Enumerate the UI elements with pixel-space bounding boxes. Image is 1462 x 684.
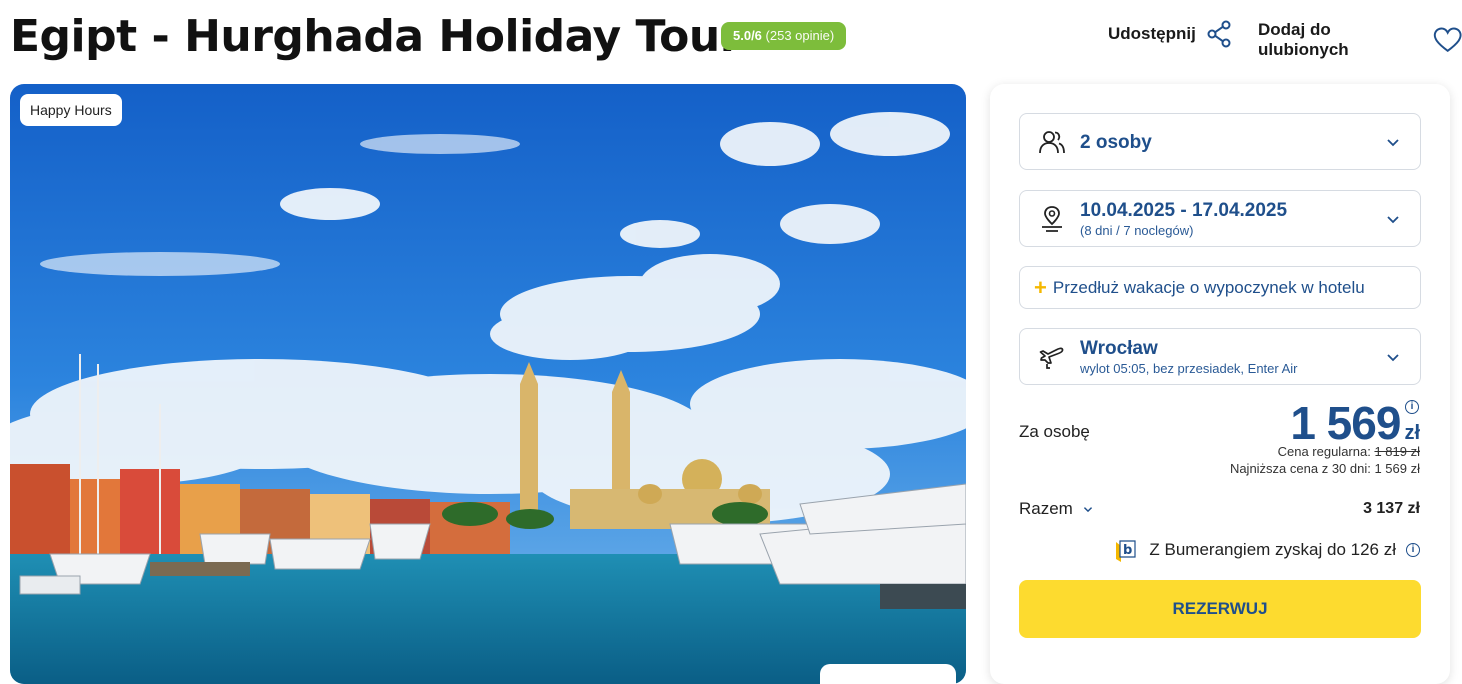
duration-value: (8 dni / 7 noclegów) xyxy=(1080,223,1194,238)
price-info-icon[interactable]: i xyxy=(1405,400,1419,414)
booking-panel: 2 osoby 10.04.2025 - 17.04.2025 (8 dni /… xyxy=(990,84,1450,684)
plane-icon xyxy=(1039,347,1064,369)
dates-select[interactable]: 10.04.2025 - 17.04.2025 (8 dni / 7 nocle… xyxy=(1019,190,1421,247)
per-person-label: Za osobę xyxy=(1019,422,1090,441)
total-toggle[interactable]: Razem xyxy=(1019,499,1093,519)
bumerang-promo: b Z Bumerangiem zyskaj do 126 zł i xyxy=(1113,537,1420,563)
regular-price-value: 1 819 zł xyxy=(1374,444,1420,459)
happy-hours-badge: Happy Hours xyxy=(20,94,122,126)
departure-city: Wrocław xyxy=(1080,338,1158,359)
chevron-down-icon xyxy=(1387,215,1399,223)
bumerang-logo: b xyxy=(1116,540,1136,562)
total-label: Razem xyxy=(1019,499,1073,518)
rating-score: 5.0/6 xyxy=(733,28,762,43)
share-button[interactable]: Udostępnij xyxy=(1108,20,1232,48)
chevron-down-icon xyxy=(1387,353,1399,361)
page-title: Egipt - Hurghada Holiday Tour xyxy=(10,11,741,62)
travelers-select[interactable]: 2 osoby xyxy=(1019,113,1421,170)
share-icon xyxy=(1207,20,1231,48)
heart-icon xyxy=(1433,27,1462,52)
total-value: 3 137 zł xyxy=(1363,500,1420,517)
price-value: 1 569 xyxy=(1290,397,1401,449)
book-button[interactable]: REZERWUJ xyxy=(1019,580,1421,638)
favorite-label: Dodaj do ulubionych xyxy=(1258,20,1349,59)
dates-value: 10.04.2025 - 17.04.2025 xyxy=(1080,200,1288,221)
regular-price-label: Cena regularna: xyxy=(1277,444,1371,459)
plus-icon: + xyxy=(1034,274,1047,300)
rating-badge[interactable]: 5.0/6 (253 opinie) xyxy=(721,22,847,50)
regular-price: Cena regularna: 1 819 zł xyxy=(1278,444,1420,459)
hero-corner-tab xyxy=(820,664,956,684)
rating-count: (253 opinie) xyxy=(765,28,835,43)
price-per-person: 1 569 zł xyxy=(1290,396,1420,450)
bumerang-info-icon[interactable]: i xyxy=(1406,543,1420,557)
bumerang-text: Z Bumerangiem zyskaj do 126 zł xyxy=(1149,540,1396,559)
location-calendar-icon xyxy=(1042,205,1062,232)
people-icon xyxy=(1039,130,1065,153)
travelers-value: 2 osoby xyxy=(1080,132,1152,153)
extend-stay-label: Przedłuż wakacje o wypoczynek w hotelu xyxy=(1052,277,1365,297)
share-label: Udostępnij xyxy=(1108,24,1196,43)
extend-stay-button[interactable]: + Przedłuż wakacje o wypoczynek w hotelu xyxy=(1019,266,1421,309)
hero-image[interactable] xyxy=(10,84,966,684)
lowest-price-note: Najniższa cena z 30 dni: 1 569 zł xyxy=(1229,461,1420,476)
departure-select[interactable]: Wrocław wylot 05:05, bez przesiadek, Ent… xyxy=(1019,328,1421,385)
favorite-button[interactable]: Dodaj do ulubionych xyxy=(1258,20,1462,60)
chevron-down-icon xyxy=(1387,138,1399,146)
svg-text:b: b xyxy=(1123,543,1132,558)
flight-info: wylot 05:05, bez przesiadek, Enter Air xyxy=(1080,361,1298,376)
chevron-down-icon xyxy=(1083,507,1092,513)
price-currency: zł xyxy=(1404,422,1420,444)
